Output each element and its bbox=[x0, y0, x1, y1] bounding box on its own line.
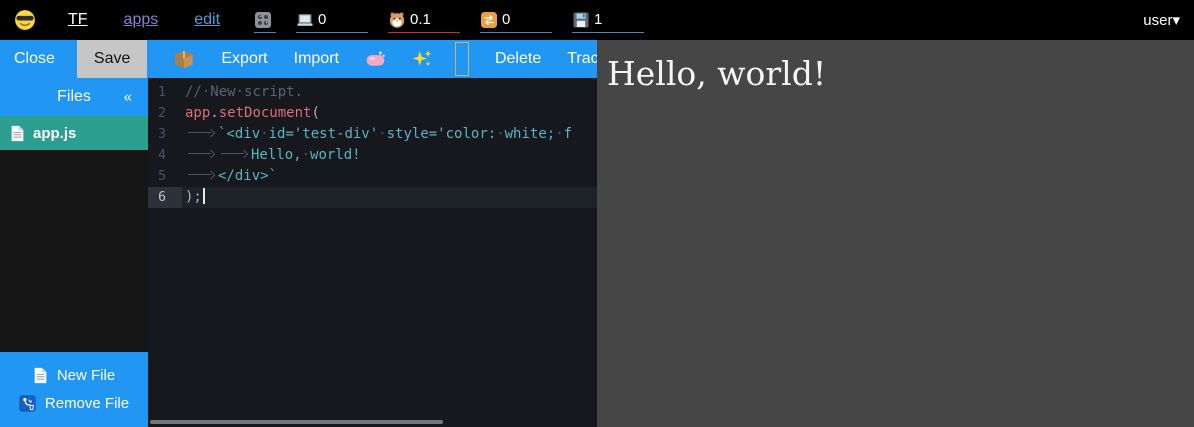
code-editor[interactable]: 1//·New·script.2app.setDocument(3`<div·i… bbox=[148, 78, 597, 427]
code-text: </div>` bbox=[182, 166, 277, 187]
code-text: `<div·id='test-div'·style='color:·white;… bbox=[182, 124, 572, 145]
control-knobs-icon bbox=[254, 11, 272, 29]
topbar: TF apps edit 0 bbox=[0, 0, 1194, 40]
floppy-indicator-value: 1 bbox=[594, 11, 602, 28]
file-item-label: app.js bbox=[33, 125, 76, 142]
user-menu[interactable]: user▾ bbox=[1143, 11, 1180, 29]
nav-link-apps[interactable]: apps bbox=[124, 11, 159, 29]
tab-whitespace-icon bbox=[218, 147, 251, 159]
tab-whitespace-icon bbox=[185, 168, 218, 180]
laptop-indicator-value: 0 bbox=[318, 11, 326, 28]
nav-link-edit[interactable]: edit bbox=[194, 11, 220, 29]
topbar-links: TF apps edit bbox=[68, 11, 220, 29]
code-line[interactable]: 1//·New·script. bbox=[148, 82, 597, 103]
files-header: Files « bbox=[0, 78, 148, 116]
code-line[interactable]: 3`<div·id='test-div'·style='color:·white… bbox=[148, 124, 597, 145]
import-button[interactable]: Import bbox=[294, 50, 339, 68]
floppy-indicator[interactable]: 1 bbox=[572, 7, 644, 33]
repeat-indicator-value: 0 bbox=[502, 11, 510, 28]
repeat-icon bbox=[480, 11, 498, 29]
empty-toolbar-box[interactable] bbox=[455, 42, 469, 76]
code-text: //·New·script. bbox=[182, 82, 303, 103]
preview-panel: Hello, world! bbox=[597, 40, 1194, 427]
tab-whitespace-icon bbox=[185, 147, 218, 159]
line-number: 6 bbox=[148, 187, 182, 208]
laptop-icon bbox=[296, 11, 314, 29]
files-sidebar: Files « app.js bbox=[0, 78, 148, 427]
text-cursor bbox=[203, 188, 205, 204]
preview-text: Hello, world! bbox=[607, 54, 826, 93]
status-indicators: 0 0.1 0 bbox=[254, 7, 644, 33]
code-text: Hello,·world! bbox=[182, 145, 361, 166]
sidebar-collapse-button[interactable]: « bbox=[124, 89, 132, 106]
code-line[interactable]: 6); bbox=[148, 187, 597, 208]
new-file-button[interactable]: New File bbox=[0, 367, 148, 384]
laptop-indicator[interactable]: 0 bbox=[296, 7, 368, 33]
sunglasses-face-icon[interactable] bbox=[14, 9, 36, 31]
editor-pane: Close Save Export Import bbox=[0, 40, 597, 427]
code-line[interactable]: 5</div>` bbox=[148, 166, 597, 187]
export-button[interactable]: Export bbox=[221, 50, 267, 68]
save-button[interactable]: Save bbox=[77, 40, 147, 78]
line-number: 2 bbox=[148, 103, 182, 124]
remove-file-icon bbox=[19, 395, 36, 412]
repeat-indicator[interactable]: 0 bbox=[480, 7, 552, 33]
soap-icon[interactable] bbox=[365, 48, 387, 70]
code-line[interactable]: 2app.setDocument( bbox=[148, 103, 597, 124]
workspace: Files « app.js bbox=[0, 78, 597, 427]
new-file-label: New File bbox=[57, 367, 115, 384]
sidebar-filler bbox=[0, 150, 148, 352]
code-text: ); bbox=[182, 187, 205, 208]
main-area: Close Save Export Import bbox=[0, 40, 1194, 427]
remove-file-label: Remove File bbox=[45, 395, 129, 412]
horizontal-scrollbar[interactable] bbox=[150, 420, 443, 424]
package-icon[interactable] bbox=[173, 48, 195, 70]
remove-file-button[interactable]: Remove File bbox=[0, 395, 148, 412]
nav-link-tf[interactable]: TF bbox=[68, 11, 88, 29]
tab-whitespace-icon bbox=[185, 126, 218, 138]
code-lines: 1//·New·script.2app.setDocument(3`<div·i… bbox=[148, 82, 597, 208]
line-number: 1 bbox=[148, 82, 182, 103]
hamster-indicator[interactable]: 0.1 bbox=[388, 7, 460, 33]
line-number: 4 bbox=[148, 145, 182, 166]
hamster-indicator-value: 0.1 bbox=[410, 11, 431, 28]
sparkles-icon[interactable] bbox=[411, 48, 433, 70]
close-button[interactable]: Close bbox=[14, 50, 55, 68]
file-item-appjs[interactable]: app.js bbox=[0, 116, 148, 150]
new-file-icon bbox=[33, 367, 48, 384]
hamster-icon bbox=[388, 11, 406, 29]
floppy-disk-icon bbox=[572, 11, 590, 29]
file-icon bbox=[10, 125, 25, 142]
line-number: 5 bbox=[148, 166, 182, 187]
file-actions: New File Remove File bbox=[0, 352, 148, 427]
code-text: app.setDocument( bbox=[182, 103, 320, 124]
files-header-label: Files bbox=[57, 88, 91, 106]
control-knobs-indicator[interactable] bbox=[254, 7, 276, 33]
editor-toolbar: Close Save Export Import bbox=[0, 40, 597, 78]
line-number: 3 bbox=[148, 124, 182, 145]
delete-button[interactable]: Delete bbox=[495, 50, 541, 68]
code-line[interactable]: 4Hello,·world! bbox=[148, 145, 597, 166]
